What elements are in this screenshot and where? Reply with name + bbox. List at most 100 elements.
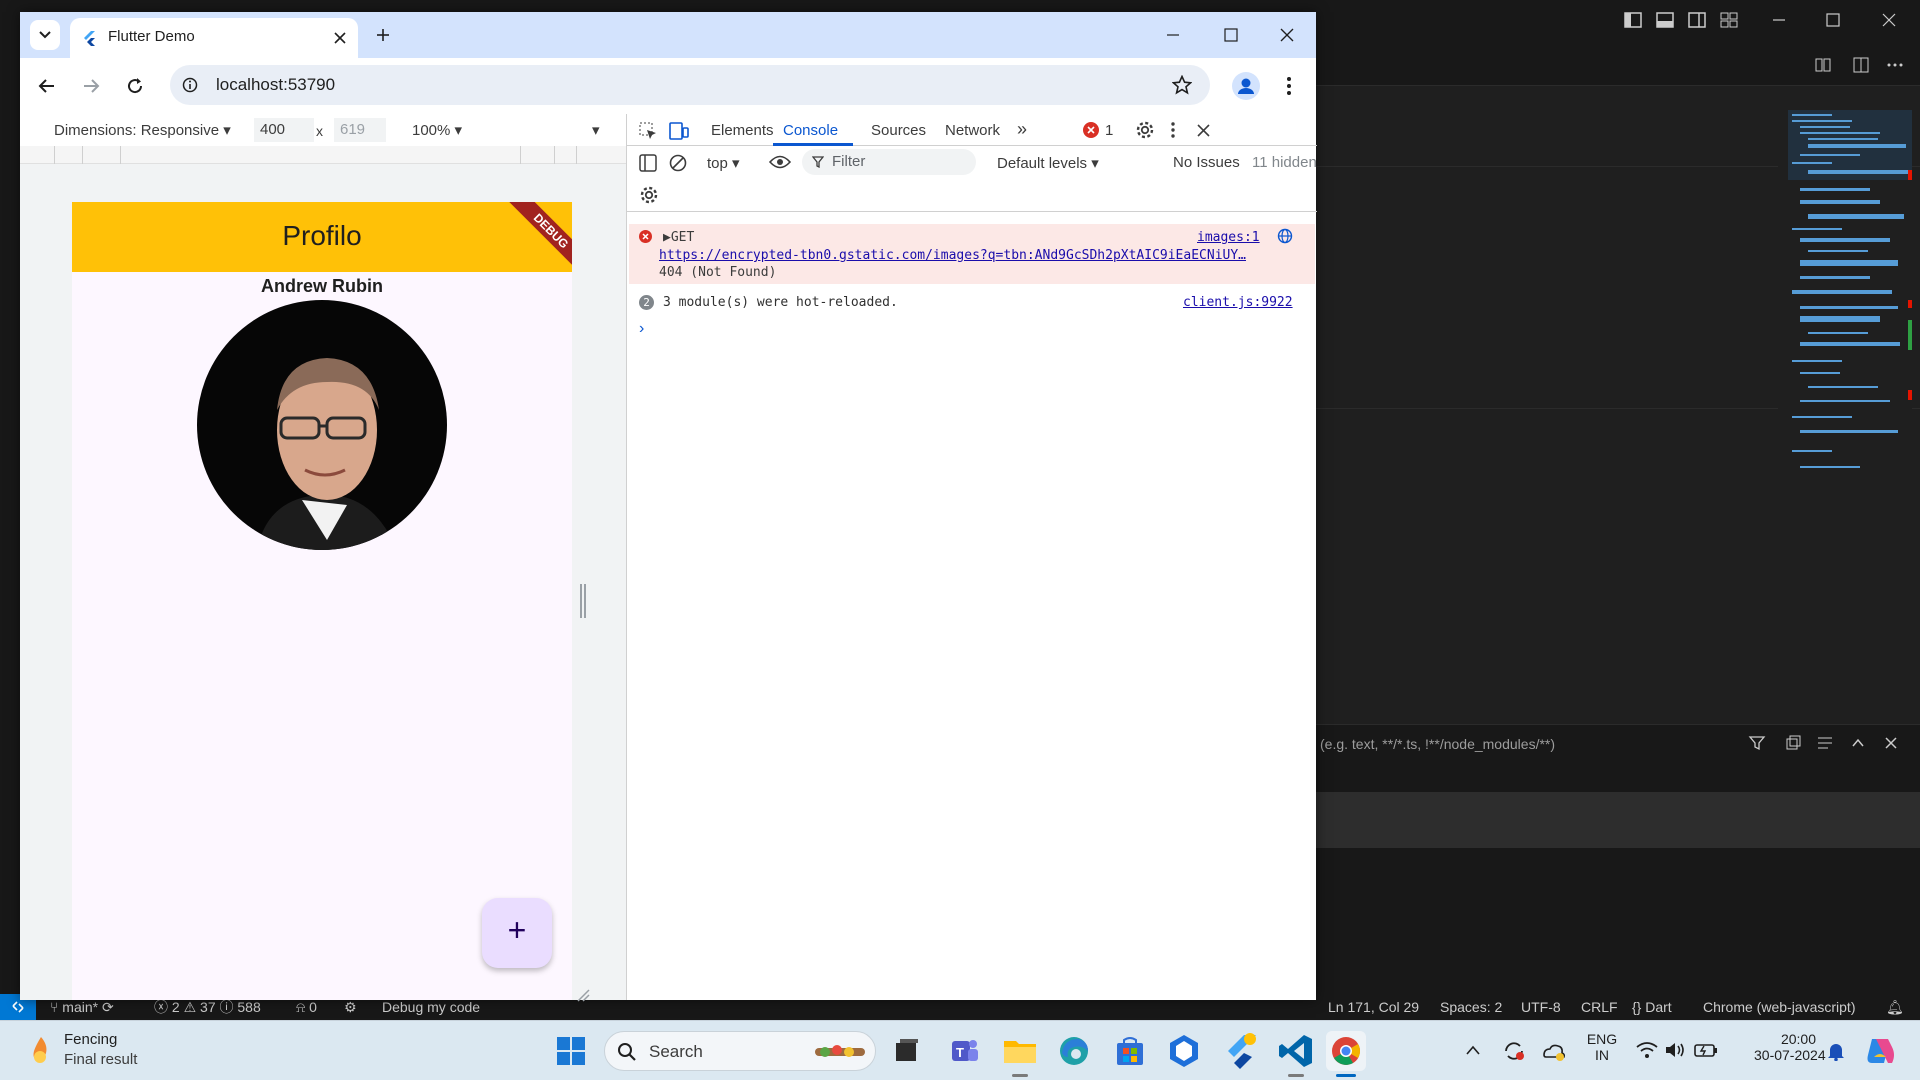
maximize-icon[interactable] [1824, 12, 1842, 28]
console-prompt[interactable]: › [639, 320, 644, 338]
tab-search-button[interactable] [30, 20, 60, 50]
expand-toggle[interactable]: ▶GET [663, 230, 694, 245]
device-options-caret-icon[interactable]: ▾ [592, 121, 600, 139]
toggle-secondary-sidebar-icon[interactable] [1688, 12, 1706, 28]
forward-arrow-icon[interactable] [82, 77, 100, 95]
chrome-icon[interactable] [1326, 1031, 1366, 1071]
profile-avatar[interactable] [1232, 72, 1260, 100]
more-actions-icon[interactable] [1886, 56, 1904, 74]
filter-icon[interactable] [1748, 734, 1766, 752]
clear-console-icon[interactable] [669, 154, 687, 172]
close-icon[interactable] [1880, 12, 1898, 28]
minimize-icon[interactable] [1166, 30, 1180, 40]
show-hidden-icons-chevron-icon[interactable] [1466, 1045, 1480, 1055]
windows-start-icon[interactable] [556, 1036, 586, 1066]
error-source-link[interactable]: images:1 [1197, 230, 1260, 245]
close-panel-icon[interactable] [1882, 734, 1900, 752]
width-input[interactable]: 400 [254, 118, 314, 142]
taskbar-search-box[interactable]: Search [604, 1031, 876, 1071]
back-arrow-icon[interactable] [38, 77, 56, 95]
tab-network[interactable]: Network [945, 122, 1000, 139]
toggle-primary-sidebar-icon[interactable] [1624, 12, 1642, 28]
encoding[interactable]: UTF-8 [1521, 994, 1561, 1020]
weather-widget-icon[interactable] [26, 1035, 56, 1065]
address-bar[interactable]: localhost:53790 [170, 65, 1210, 105]
close-devtools-icon[interactable] [1197, 124, 1210, 137]
close-window-icon[interactable] [1280, 28, 1294, 42]
tab-close-icon[interactable] [334, 32, 346, 44]
zoom-select[interactable]: 100% ▾ [412, 121, 462, 139]
tab-sources[interactable]: Sources [871, 122, 926, 139]
new-tab-icon[interactable] [376, 28, 390, 42]
device-toolbar-icon[interactable] [669, 122, 689, 140]
teams-icon[interactable]: T [944, 1031, 984, 1071]
weather-title[interactable]: Fencing [64, 1031, 117, 1048]
debug-console-input[interactable] [1316, 792, 1920, 848]
tab-console[interactable]: Console [783, 122, 838, 139]
bookmark-star-icon[interactable] [1172, 75, 1192, 95]
height-input[interactable]: 619 [334, 118, 386, 142]
console-settings-icon[interactable] [639, 185, 659, 205]
resize-corner-icon[interactable] [576, 988, 590, 1002]
chevron-up-icon[interactable] [1849, 734, 1867, 752]
onedrive-status-icon[interactable] [1540, 1039, 1566, 1063]
more-tabs-icon[interactable]: » [1017, 119, 1027, 140]
error-count[interactable]: 1 [1105, 122, 1113, 139]
input-language[interactable]: ENG IN [1586, 1031, 1618, 1063]
notifications-bell-icon[interactable]: 🔔︎ [1886, 994, 1904, 1020]
tab-elements[interactable]: Elements [711, 122, 774, 139]
reload-icon[interactable] [126, 77, 144, 95]
minimize-icon[interactable] [1770, 12, 1788, 28]
task-view-icon[interactable] [886, 1031, 926, 1071]
company-portal-icon[interactable] [1164, 1031, 1204, 1071]
console-filter-input[interactable]: Filter [802, 149, 976, 175]
resize-handle-right[interactable] [580, 584, 586, 618]
settings-gear-icon[interactable] [1135, 120, 1155, 140]
microsoft-store-icon[interactable] [1110, 1031, 1150, 1071]
add-fab-button[interactable]: + [482, 898, 552, 968]
vscode-icon[interactable] [1276, 1031, 1316, 1071]
new-window-icon[interactable] [1784, 734, 1802, 752]
volume-icon[interactable] [1664, 1041, 1686, 1059]
sync-status-icon[interactable] [1502, 1039, 1526, 1063]
indentation[interactable]: Spaces: 2 [1440, 994, 1502, 1020]
network-globe-icon[interactable] [1277, 228, 1293, 244]
site-info-icon[interactable] [182, 77, 198, 93]
log-levels-select[interactable]: Default levels ▾ [997, 154, 1099, 172]
minimap[interactable] [1778, 110, 1912, 500]
url-text[interactable]: localhost:53790 [216, 75, 335, 95]
toggle-panel-icon[interactable] [1656, 12, 1674, 28]
live-expression-eye-icon[interactable] [769, 155, 791, 169]
notification-bell-icon[interactable] [1826, 1041, 1846, 1061]
cursor-position[interactable]: Ln 171, Col 29 [1328, 994, 1419, 1020]
flutter-studio-icon[interactable] [1220, 1031, 1260, 1071]
chrome-menu-icon[interactable] [1286, 76, 1292, 96]
info-source-link[interactable]: client.js:9922 [1183, 295, 1293, 310]
copilot-icon[interactable] [1864, 1035, 1896, 1067]
customize-layout-icon[interactable] [1720, 12, 1738, 28]
media-query-bar[interactable] [20, 146, 626, 164]
clock[interactable]: 20:00 30-07-2024 [1754, 1031, 1826, 1063]
split-editor-icon[interactable] [1852, 56, 1870, 74]
context-select[interactable]: top ▾ [707, 154, 740, 172]
sidebar-toggle-icon[interactable] [639, 154, 657, 172]
dropdown-caret-icon: ▾ [223, 122, 231, 139]
devtools-menu-icon[interactable] [1170, 122, 1176, 138]
inspect-element-icon[interactable] [639, 122, 657, 140]
maximize-icon[interactable] [1224, 28, 1238, 42]
panel-filter-input[interactable]: (e.g. text, **/*.ts, !**/node_modules/**… [1320, 731, 1770, 757]
weather-subtitle[interactable]: Final result [64, 1051, 137, 1068]
target-device[interactable]: Chrome (web-javascript) [1703, 994, 1855, 1020]
end-of-line[interactable]: CRLF [1581, 994, 1618, 1020]
word-wrap-icon[interactable] [1816, 734, 1834, 752]
language-mode[interactable]: {} Dart [1632, 994, 1672, 1020]
issues-link[interactable]: No Issues [1173, 154, 1240, 171]
compare-changes-icon[interactable] [1814, 56, 1832, 74]
tab-flutter-demo[interactable]: Flutter Demo [70, 18, 358, 58]
file-explorer-icon[interactable] [1000, 1031, 1040, 1071]
error-url-link[interactable]: https://encrypted-tbn0.gstatic.com/image… [659, 248, 1246, 263]
edge-browser-icon[interactable] [1054, 1031, 1094, 1071]
wifi-icon[interactable] [1636, 1041, 1658, 1059]
battery-icon[interactable] [1694, 1041, 1718, 1059]
dimensions-select[interactable]: Dimensions: Responsive ▾ [54, 121, 231, 139]
